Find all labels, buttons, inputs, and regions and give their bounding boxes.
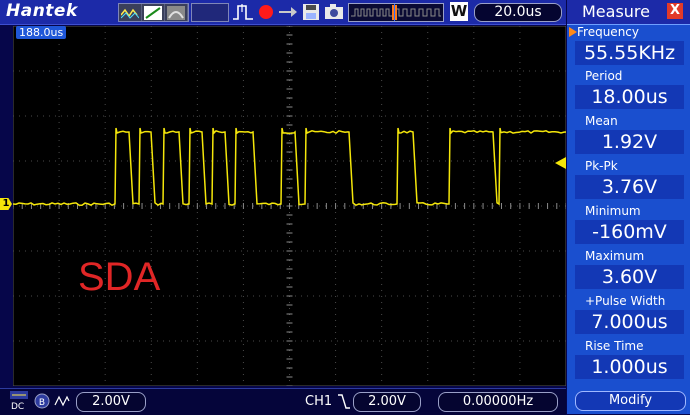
screenshot-icon[interactable] [324, 3, 344, 21]
measure-value: 3.76V [575, 175, 684, 199]
bandwidth-limit-icon[interactable]: B [34, 393, 50, 409]
ch1-trace [13, 127, 566, 207]
memory-position-bar[interactable] [348, 3, 444, 22]
selected-arrow-icon [569, 27, 577, 37]
trigger-slope-icon[interactable] [337, 393, 351, 410]
probe-icon[interactable] [278, 3, 298, 21]
close-button[interactable]: X [667, 3, 683, 19]
modify-button[interactable]: Modify [575, 391, 686, 411]
measure-label: Maximum [585, 249, 645, 263]
bottom-status-bar: DC B 2.00V CH1 2.00V 0.00000Hz [0, 388, 566, 415]
ch1-ground-marker[interactable]: 1 [0, 198, 12, 210]
measure-title: Measure [582, 2, 650, 21]
measure-label: +Pulse Width [585, 294, 666, 308]
measure-row-pkpk[interactable]: Pk-Pk 3.76V [567, 159, 690, 203]
invert-icon[interactable] [54, 393, 70, 409]
measure-value: 1.000us [575, 355, 684, 379]
waveform-mode-icon[interactable] [119, 4, 142, 21]
top-toolbar: Hantek W 20.0us [0, 0, 566, 25]
save-icon[interactable] [302, 3, 320, 21]
waveform-small-icon [10, 391, 28, 399]
volts-per-div[interactable]: 2.00V [76, 392, 146, 412]
timebase-mode-indicator: W [450, 2, 468, 21]
measure-label: Mean [585, 114, 618, 128]
trigger-source-label: CH1 [305, 394, 333, 409]
vector-mode-icon[interactable] [142, 4, 165, 21]
measure-row-maximum[interactable]: Maximum 3.60V [567, 249, 690, 293]
measure-row-pulse-width[interactable]: +Pulse Width 7.000us [567, 294, 690, 338]
measure-value: 55.55KHz [575, 41, 684, 65]
measure-row-mean[interactable]: Mean 1.92V [567, 114, 690, 158]
frequency-counter: 0.00000Hz [438, 392, 558, 412]
measure-label: Frequency [577, 25, 639, 39]
status-box [191, 3, 229, 22]
svg-text:B: B [39, 398, 45, 408]
measure-label: Period [585, 69, 623, 83]
signal-annotation: SDA [78, 255, 161, 299]
trigger-level-marker[interactable] [555, 157, 566, 169]
measure-value: -160mV [575, 220, 684, 244]
measure-panel: Measure X Frequency 55.55KHz Period 18.0… [567, 0, 690, 414]
record-icon[interactable] [258, 3, 274, 21]
measure-label: Pk-Pk [585, 159, 618, 173]
measure-row-rise-time[interactable]: Rise Time 1.000us [567, 339, 690, 383]
measure-header: Measure X [567, 0, 690, 25]
coupling-indicator[interactable]: DC [10, 390, 28, 412]
display-mode-group [118, 3, 189, 22]
measure-row-frequency[interactable]: Frequency 55.55KHz [567, 25, 690, 69]
waveform-display [13, 26, 566, 386]
acquisition-tools [232, 2, 344, 21]
measure-value: 7.000us [575, 310, 684, 334]
timebase-value[interactable]: 20.0us [474, 3, 562, 22]
measure-label: Rise Time [585, 339, 644, 353]
trigger-edge-icon[interactable] [232, 3, 254, 21]
measure-value: 18.00us [575, 85, 684, 109]
coupling-label: DC [11, 402, 25, 412]
measure-value: 3.60V [575, 265, 684, 289]
persistence-mode-icon[interactable] [165, 4, 188, 21]
trigger-offset-badge: 188.0us [16, 26, 67, 39]
measure-label: Minimum [585, 204, 641, 218]
brand-logo: Hantek [6, 1, 78, 21]
measure-value: 1.92V [575, 130, 684, 154]
measure-row-minimum[interactable]: Minimum -160mV [567, 204, 690, 248]
trigger-level-value[interactable]: 2.00V [353, 392, 421, 412]
measure-row-period[interactable]: Period 18.00us [567, 69, 690, 113]
